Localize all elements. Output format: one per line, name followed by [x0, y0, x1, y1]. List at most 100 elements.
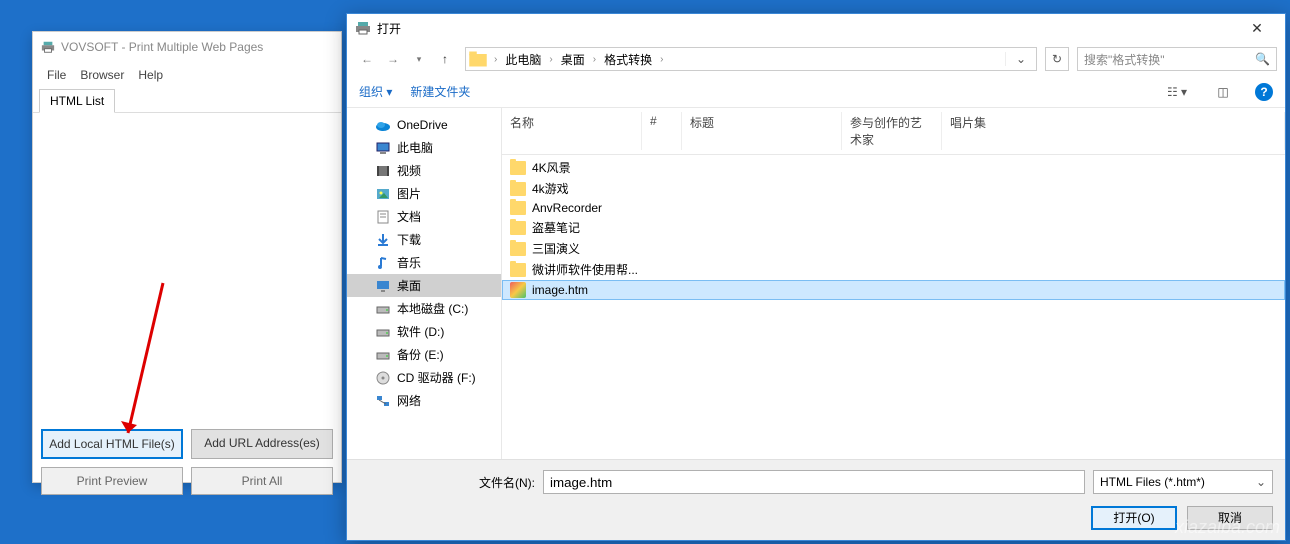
tree-item[interactable]: 桌面 [347, 274, 501, 297]
main-window: VOVSOFT - Print Multiple Web Pages File … [32, 31, 342, 483]
recent-dropdown[interactable]: ▾ [407, 47, 431, 71]
tree-item-label: 桌面 [397, 277, 421, 294]
file-name: 盗墓笔记 [532, 219, 580, 236]
file-row[interactable]: AnvRecorder [502, 199, 1285, 217]
tree-item[interactable]: 网络 [347, 389, 501, 412]
tree-item-label: 网络 [397, 392, 421, 409]
file-name: 三国演义 [532, 240, 580, 257]
tree-item-label: 下载 [397, 231, 421, 248]
menu-file[interactable]: File [41, 66, 72, 84]
tree-item[interactable]: 此电脑 [347, 136, 501, 159]
tree-item[interactable]: 音乐 [347, 251, 501, 274]
doc-icon [375, 209, 391, 225]
col-album[interactable]: 唱片集 [942, 112, 1285, 150]
print-all-button[interactable]: Print All [191, 467, 333, 495]
tree-item[interactable]: 文档 [347, 205, 501, 228]
forward-button[interactable]: → [381, 47, 405, 71]
onedrive-icon [375, 117, 391, 133]
cd-icon [375, 370, 391, 386]
main-menu: File Browser Help [33, 62, 341, 88]
dialog-title: 打开 [377, 20, 401, 37]
tree-item-label: CD 驱动器 (F:) [397, 369, 476, 386]
folder-icon [510, 182, 526, 196]
tree-item[interactable]: 备份 (E:) [347, 343, 501, 366]
search-icon: 🔍 [1255, 52, 1270, 66]
open-button[interactable]: 打开(O) [1091, 506, 1177, 530]
breadcrumb-folder[interactable]: 格式转换 [600, 51, 656, 68]
column-headers: 名称 # 标题 参与创作的艺术家 唱片集 [502, 108, 1285, 155]
add-url-button[interactable]: Add URL Address(es) [191, 429, 333, 459]
chevron-right-icon: › [490, 54, 501, 65]
folder-icon [510, 201, 526, 215]
menu-help[interactable]: Help [132, 66, 169, 84]
file-name: 4K风景 [532, 159, 571, 176]
printer-icon [41, 40, 55, 54]
tree-item[interactable]: 软件 (D:) [347, 320, 501, 343]
html-list-pane [33, 113, 341, 423]
preview-pane-button[interactable]: ◫ [1209, 82, 1237, 102]
file-row[interactable]: 三国演义 [502, 238, 1285, 259]
new-folder-button[interactable]: 新建文件夹 [410, 83, 470, 100]
help-button[interactable]: ? [1255, 83, 1273, 101]
breadcrumb-pc[interactable]: 此电脑 [501, 51, 545, 68]
file-row[interactable]: 微讲师软件使用帮... [502, 259, 1285, 280]
pc-icon [375, 140, 391, 156]
col-title[interactable]: 标题 [682, 112, 842, 150]
tree-item[interactable]: 图片 [347, 182, 501, 205]
filename-label: 文件名(N): [359, 474, 535, 491]
tree-item[interactable]: 本地磁盘 (C:) [347, 297, 501, 320]
chevron-down-icon: ⌄ [1256, 475, 1266, 489]
tab-html-list[interactable]: HTML List [39, 89, 115, 113]
tab-strip: HTML List [33, 88, 341, 113]
main-window-title: VOVSOFT - Print Multiple Web Pages [61, 40, 263, 54]
file-row[interactable]: 4K风景 [502, 157, 1285, 178]
col-name[interactable]: 名称 [502, 112, 642, 150]
cancel-button[interactable]: 取消 [1187, 506, 1273, 530]
menu-browser[interactable]: Browser [74, 66, 130, 84]
tree-item[interactable]: CD 驱动器 (F:) [347, 366, 501, 389]
tree-item-label: 软件 (D:) [397, 323, 444, 340]
video-icon [375, 163, 391, 179]
file-list: 4K风景 4k游戏AnvRecorder 盗墓笔记三国演义微讲师软件使用帮... im… [502, 155, 1285, 459]
file-row[interactable]: 盗墓笔记 [502, 217, 1285, 238]
breadcrumb-desktop[interactable]: 桌面 [557, 51, 589, 68]
file-row[interactable]: image.htm [502, 280, 1285, 300]
folder-icon [510, 161, 526, 175]
print-preview-button[interactable]: Print Preview [41, 467, 183, 495]
up-button[interactable]: ↑ [433, 47, 457, 71]
main-window-titlebar: VOVSOFT - Print Multiple Web Pages [33, 32, 341, 62]
close-button[interactable]: ✕ [1237, 20, 1277, 37]
col-number[interactable]: # [642, 112, 682, 150]
tree-item[interactable]: 下载 [347, 228, 501, 251]
file-name: 微讲师软件使用帮... [532, 261, 638, 278]
disk-icon [375, 324, 391, 340]
tree-item-label: 文档 [397, 208, 421, 225]
view-options-button[interactable]: ☷ ▾ [1163, 82, 1191, 102]
toolbar: 组织 ▾ 新建文件夹 ☷ ▾ ◫ ? [347, 76, 1285, 108]
tree-item-label: 此电脑 [397, 139, 433, 156]
col-artist[interactable]: 参与创作的艺术家 [842, 112, 942, 150]
filename-input[interactable] [543, 470, 1085, 494]
dialog-footer: 文件名(N): HTML Files (*.htm*) ⌄ 打开(O) 取消 [347, 459, 1285, 540]
disk-icon [375, 301, 391, 317]
search-input[interactable]: 搜索"格式转换" 🔍 [1077, 47, 1277, 71]
desktop-icon [375, 278, 391, 294]
tree-item[interactable]: OneDrive [347, 114, 501, 136]
breadcrumb-dropdown[interactable]: ⌄ [1005, 52, 1036, 66]
file-row[interactable]: 4k游戏 [502, 178, 1285, 199]
folder-icon [510, 221, 526, 235]
dl-icon [375, 232, 391, 248]
refresh-button[interactable]: ↻ [1045, 47, 1069, 71]
organize-menu[interactable]: 组织 ▾ [359, 83, 392, 100]
disk-icon [375, 347, 391, 363]
breadcrumb[interactable]: › 此电脑 › 桌面 › 格式转换 › ⌄ [465, 47, 1037, 71]
tree-item-label: 本地磁盘 (C:) [397, 300, 468, 317]
file-pane: 名称 # 标题 参与创作的艺术家 唱片集 4K风景 4k游戏AnvRecorder… [502, 108, 1285, 459]
file-name: image.htm [532, 283, 588, 297]
filetype-select[interactable]: HTML Files (*.htm*) ⌄ [1093, 470, 1273, 494]
tree-item[interactable]: 视频 [347, 159, 501, 182]
back-button[interactable]: ← [355, 47, 379, 71]
tree-item-label: OneDrive [397, 118, 448, 132]
pic-icon [375, 186, 391, 202]
net-icon [375, 393, 391, 409]
